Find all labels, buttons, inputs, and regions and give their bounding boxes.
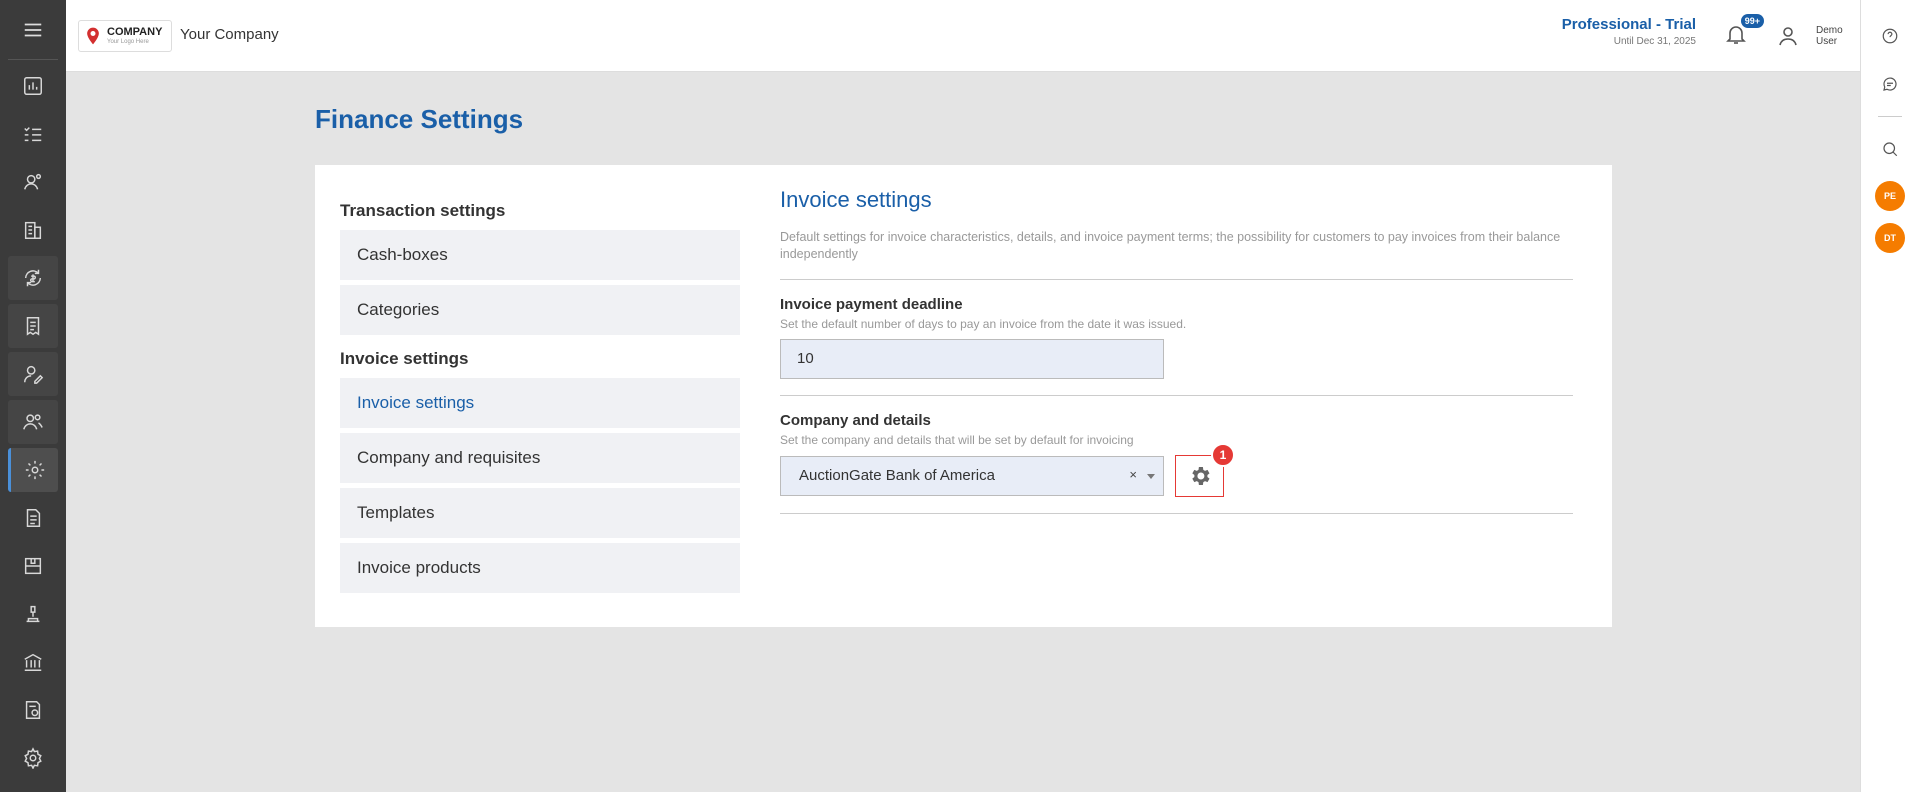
top-bar: COMPANY Your Logo Here Your Company Prof… [66,0,1860,72]
company-hint: Set the company and details that will be… [780,432,1134,447]
company-select-value: AuctionGate Bank of America [799,467,995,485]
right-rail: PE DT [1860,0,1919,792]
panel-title: Invoice settings [780,187,932,212]
menu-section-transaction: Transaction settings [340,201,506,220]
menu-item-company-requisites[interactable]: Company and requisites [340,433,740,483]
chevron-down-icon[interactable] [1147,473,1155,479]
buildings-icon[interactable] [8,208,58,252]
plan-name[interactable]: Professional - Trial [1562,16,1696,33]
settings-menu: Transaction settings Cash-boxes Categori… [340,201,740,598]
finance-icon[interactable] [8,256,58,300]
help-icon[interactable] [1870,16,1910,56]
tasks-icon[interactable] [8,112,58,156]
auction-icon[interactable] [8,592,58,636]
gear-icon [1191,466,1209,485]
divider [780,278,1573,280]
step-badge: 1 [1211,442,1235,467]
logo-tagline: Your Logo Here [107,39,149,45]
company-logo[interactable]: COMPANY Your Logo Here [78,20,172,52]
avatar[interactable]: PE [1875,181,1905,211]
notification-badge: 99+ [1740,14,1764,28]
deadline-hint: Set the default number of days to pay an… [780,316,1187,331]
rail-divider [1878,116,1902,117]
menu-item-cash-boxes[interactable]: Cash-boxes [340,230,740,280]
chat-icon[interactable] [1870,64,1910,104]
settings-icon[interactable] [8,736,58,780]
menu-section-invoice: Invoice settings [340,349,469,368]
menu-item-invoice-settings[interactable]: Invoice settings [340,378,740,428]
plan-info[interactable]: Professional - Trial Until Dec 31, 2025 [1562,16,1696,47]
avatar[interactable]: DT [1875,223,1905,253]
logo-pin-icon [87,27,99,45]
team-icon[interactable] [8,400,58,444]
plan-until: Until Dec 31, 2025 [1613,36,1696,47]
finance-settings-icon[interactable] [8,448,58,492]
menu-item-invoice-products[interactable]: Invoice products [340,543,740,593]
document-icon[interactable] [8,496,58,540]
dashboard-icon[interactable] [8,64,58,108]
panel-description: Default settings for invoice characteris… [780,230,1561,261]
left-navigation [0,0,66,792]
company-name[interactable]: Your Company [180,26,279,43]
company-settings-button[interactable]: 1 [1175,442,1235,497]
report-icon[interactable] [8,688,58,732]
bank-icon[interactable] [8,640,58,684]
menu-icon[interactable] [8,0,58,60]
user-edit-icon[interactable] [8,352,58,396]
settings-card: Transaction settings Cash-boxes Categori… [315,165,1612,627]
user-icon[interactable] [1776,24,1800,53]
invoice-settings-panel: Invoice settings Default settings for in… [780,187,1573,514]
menu-item-templates[interactable]: Templates [340,488,740,538]
receipt-icon[interactable] [8,304,58,348]
divider [780,512,1573,514]
warehouse-icon[interactable] [8,544,58,588]
company-select-row: AuctionGate Bank of America × 1 [780,442,1573,497]
deadline-label: Invoice payment deadline [780,295,963,313]
clear-icon[interactable]: × [1129,467,1137,482]
search-icon[interactable] [1870,129,1910,169]
deadline-input[interactable]: 10 [780,338,1164,379]
logo-brand: COMPANY [107,26,163,38]
company-select[interactable]: AuctionGate Bank of America × [780,455,1164,496]
users-icon[interactable] [8,160,58,204]
page-title: Finance Settings [315,104,524,134]
divider [780,394,1573,396]
menu-item-categories[interactable]: Categories [340,285,740,335]
company-label: Company and details [780,411,931,429]
user-name[interactable]: Demo User [1816,25,1848,47]
